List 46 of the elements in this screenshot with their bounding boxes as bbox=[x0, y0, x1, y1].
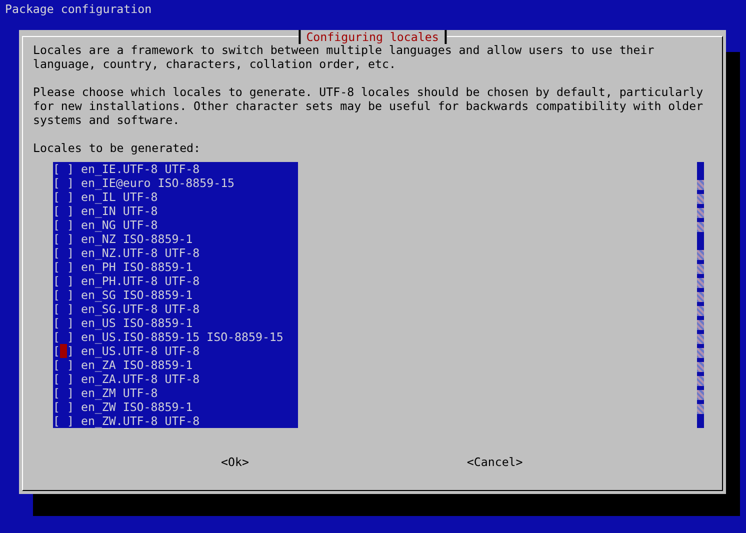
locale-label: en_US ISO-8859-1 bbox=[80, 316, 193, 330]
locale-label: en_IL UTF-8 bbox=[80, 190, 158, 204]
locale-label: en_NZ ISO-8859-1 bbox=[80, 232, 193, 246]
locale-label: en_PH.UTF-8 UTF-8 bbox=[80, 274, 200, 288]
dialog-button[interactable]: <Ok> bbox=[221, 455, 249, 469]
locale-label: en_IN UTF-8 bbox=[80, 204, 158, 218]
locale-label: en_PH ISO-8859-1 bbox=[80, 260, 193, 274]
checkbox[interactable]: [ ] bbox=[53, 190, 74, 204]
checkbox[interactable]: [ ] bbox=[53, 302, 74, 316]
locale-label: en_ZW.UTF-8 UTF-8 bbox=[80, 414, 200, 428]
checkbox[interactable]: [ ] bbox=[53, 260, 74, 274]
checkbox[interactable]: [ ] bbox=[53, 400, 74, 414]
locale-label: en_US.ISO-8859-15 ISO-8859-15 bbox=[80, 330, 284, 344]
locale-label: en_US.UTF-8 UTF-8 bbox=[80, 344, 200, 358]
window-title: Package configuration bbox=[4, 1, 153, 16]
description-text: Locales are a framework to switch between multiple languages and allow users to use their language, country, characters, collation order, etc. bbox=[33, 43, 656, 71]
checkbox[interactable]: [ ] bbox=[53, 232, 74, 246]
checkbox[interactable]: [ ] bbox=[53, 204, 74, 218]
locale-label: en_SG ISO-8859-1 bbox=[80, 288, 193, 302]
locale-label: en_NZ.UTF-8 UTF-8 bbox=[80, 246, 200, 260]
locale-label: en_IE@euro ISO-8859-15 bbox=[80, 176, 235, 190]
locale-label: en_ZW ISO-8859-1 bbox=[80, 400, 193, 414]
checkbox[interactable]: [ ] bbox=[53, 316, 74, 330]
checkbox[interactable]: [ ] bbox=[53, 372, 74, 386]
locale-label: en_NG UTF-8 bbox=[80, 218, 158, 232]
locale-label: en_ZM UTF-8 bbox=[80, 386, 158, 400]
checkbox[interactable]: [ ] bbox=[53, 358, 74, 372]
dialog-title: Configuring locales bbox=[298, 30, 447, 44]
dialog-button[interactable]: <Cancel> bbox=[466, 455, 523, 469]
description-text: Please choose which locales to generate. UTF-8 locales should be chosen by default, particularly for new installations. Other character sets may be useful for backwards compatibility with older systems and software. bbox=[33, 85, 704, 127]
scrollbar[interactable] bbox=[697, 162, 704, 428]
checkbox[interactable]: [ ] bbox=[53, 246, 74, 260]
checkbox[interactable]: [ ] bbox=[53, 274, 74, 288]
list-label: Locales to be generated: bbox=[33, 141, 202, 155]
locale-label: en_IE.UTF-8 UTF-8 bbox=[80, 162, 200, 176]
locale-label: en_ZA.UTF-8 UTF-8 bbox=[80, 372, 200, 386]
checkbox[interactable]: [ ] bbox=[53, 344, 74, 358]
checkbox[interactable]: [ ] bbox=[53, 162, 74, 176]
locale-label: en_SG.UTF-8 UTF-8 bbox=[80, 302, 200, 316]
checkbox[interactable]: [ ] bbox=[53, 386, 74, 400]
checkbox[interactable]: [ ] bbox=[53, 218, 74, 232]
checkbox[interactable]: [ ] bbox=[53, 288, 74, 302]
checkbox[interactable]: [ ] bbox=[53, 176, 74, 190]
locale-label: en_ZA ISO-8859-1 bbox=[80, 358, 193, 372]
checkbox[interactable]: [ ] bbox=[53, 330, 74, 344]
checkbox[interactable]: [ ] bbox=[53, 414, 74, 428]
